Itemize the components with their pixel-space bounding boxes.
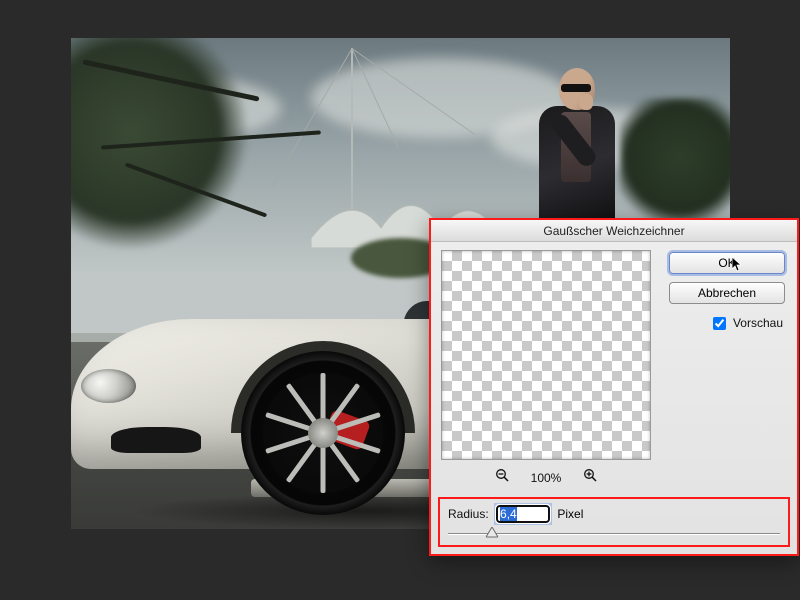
radius-group: Radius: Pixel	[438, 497, 790, 547]
gaussian-blur-dialog: Gaußscher Weichzeichner 100% OK Abbreche…	[429, 218, 799, 556]
preview-checkbox[interactable]	[713, 317, 726, 330]
ok-button[interactable]: OK	[669, 252, 785, 274]
preview-checkbox-label: Vorschau	[733, 316, 783, 330]
preview-checkbox-row[interactable]: Vorschau	[713, 316, 783, 330]
zoom-level-label: 100%	[531, 471, 562, 485]
zoom-out-icon[interactable]	[495, 468, 509, 485]
ok-button-label: OK	[718, 256, 735, 270]
radius-label: Radius:	[448, 507, 489, 521]
radius-input[interactable]	[496, 505, 550, 523]
zoom-in-icon[interactable]	[583, 468, 597, 485]
radius-slider[interactable]	[448, 531, 780, 537]
dialog-title: Gaußscher Weichzeichner	[431, 220, 797, 242]
cancel-button[interactable]: Abbrechen	[669, 282, 785, 304]
cancel-button-label: Abbrechen	[698, 286, 756, 300]
blur-preview[interactable]	[441, 250, 651, 460]
slider-thumb-icon[interactable]	[486, 527, 498, 539]
radius-unit-label: Pixel	[557, 507, 583, 521]
